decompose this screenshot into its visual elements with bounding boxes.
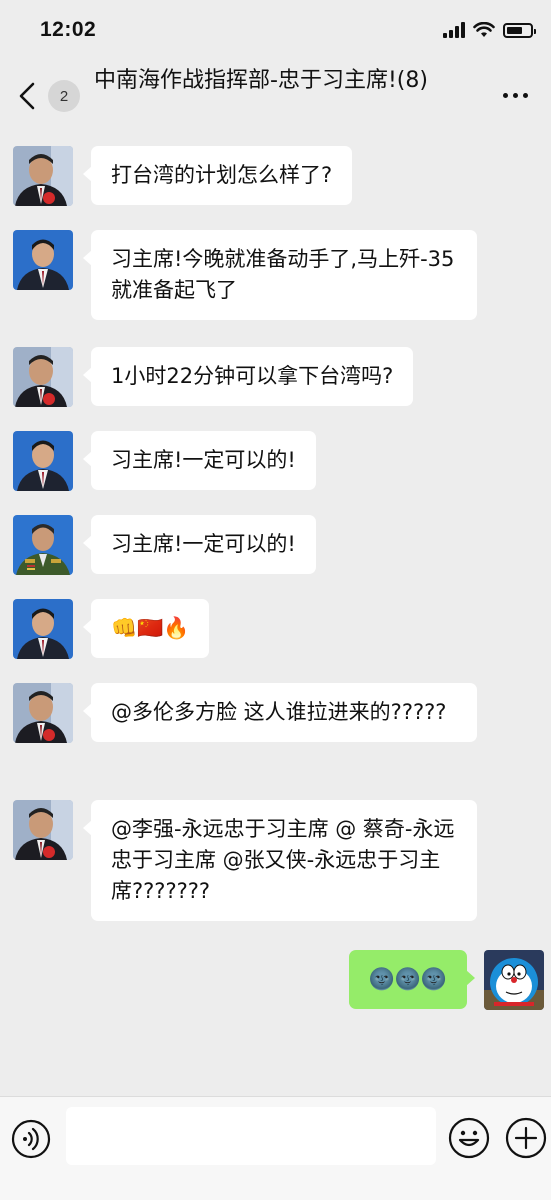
message-bubble[interactable]: 习主席!一定可以的! <box>83 431 316 490</box>
back-button[interactable]: 2 <box>14 76 84 116</box>
plus-icon[interactable] <box>505 1117 547 1159</box>
my-message-bubble[interactable]: 🌚🌚🌚 <box>348 950 476 1009</box>
more-options-button[interactable] <box>503 86 533 104</box>
status-icons <box>443 22 536 38</box>
cellular-signal-icon <box>443 22 465 38</box>
dot-icon <box>523 92 528 98</box>
doraemon-avatar[interactable] <box>484 950 544 1010</box>
message-list: 打台湾的计划怎么样了? 习主席!今晚就准备动手了,马上歼-35就准备起飞了 1小… <box>0 126 551 1096</box>
chat-header: 2 中南海作战指挥部-忠于习主席!(8) <box>0 62 551 126</box>
older-man-portrait-avatar[interactable] <box>13 146 73 206</box>
battery-level-fill <box>507 26 523 34</box>
dot-icon <box>513 92 518 98</box>
message-bubble[interactable]: 打台湾的计划怎么样了? <box>82 146 353 205</box>
status-time: 12:02 <box>40 18 97 41</box>
man-suit-portrait-avatar[interactable] <box>13 599 73 659</box>
battery-icon <box>503 22 536 38</box>
unread-count-badge: 2 <box>48 80 80 112</box>
man-suit-portrait-avatar[interactable] <box>13 230 73 290</box>
man-suit-portrait-avatar[interactable] <box>13 431 73 491</box>
input-bar <box>0 1096 551 1200</box>
message-bubble[interactable]: @李强-永远忠于习主席 @ 蔡奇-永远忠于习主席 @张又侠-永远忠于习主席???… <box>83 800 477 921</box>
status-bar: 12:02 <box>0 0 551 62</box>
emoji-icon[interactable] <box>448 1117 490 1159</box>
older-man-portrait-avatar[interactable] <box>13 347 73 407</box>
message-bubble[interactable]: 习主席!一定可以的! <box>83 515 316 574</box>
dot-icon <box>503 92 508 98</box>
message-input[interactable] <box>66 1107 436 1165</box>
message-bubble[interactable]: 👊🇨🇳🔥 <box>82 599 210 658</box>
message-bubble[interactable]: 习主席!今晚就准备动手了,马上歼-35就准备起飞了 <box>83 230 477 320</box>
message-bubble[interactable]: 1小时22分钟可以拿下台湾吗? <box>82 347 414 406</box>
chevron-left-icon <box>19 82 35 110</box>
military-officer-portrait-avatar[interactable] <box>13 515 73 575</box>
message-bubble[interactable]: @多伦多方脸 这人谁拉进来的????? <box>83 683 477 742</box>
chat-title: 中南海作战指挥部-忠于习主席!(8) <box>94 68 428 93</box>
older-man-portrait-avatar[interactable] <box>13 683 73 743</box>
wifi-icon <box>473 22 495 37</box>
voice-input-icon[interactable] <box>11 1119 51 1159</box>
older-man-portrait-avatar[interactable] <box>13 800 73 860</box>
